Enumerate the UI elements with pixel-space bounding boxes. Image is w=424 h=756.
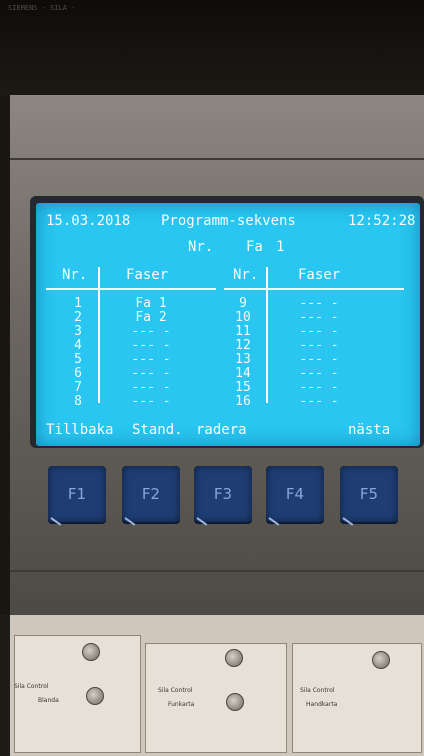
table-cell: --- - xyxy=(131,338,171,353)
f2-button[interactable]: F2 xyxy=(122,466,180,526)
fa-value: 1 xyxy=(276,239,285,255)
column-divider xyxy=(266,267,268,403)
card-slot xyxy=(145,643,287,753)
table-cell: --- - xyxy=(131,366,171,381)
card-label: Blanda xyxy=(38,697,59,704)
left-edge-shadow xyxy=(0,615,10,756)
right-nr-column: 9 10 11 12 13 14 15 16 xyxy=(226,297,260,409)
fa-label: Fa xyxy=(246,239,263,255)
softkey-label-radera: radera xyxy=(196,422,247,438)
table-cell: --- - xyxy=(299,394,339,409)
table-cell: 5 xyxy=(74,352,82,367)
col-header-nr: Nr. xyxy=(62,267,88,283)
table-cell: --- - xyxy=(299,366,339,381)
card-slot xyxy=(292,643,422,753)
table-cell: --- - xyxy=(299,324,339,339)
table-cell: 6 xyxy=(74,366,82,381)
screw-icon xyxy=(226,693,244,711)
date-readout: 15.03.2018 xyxy=(46,213,131,229)
f4-button[interactable]: F4 xyxy=(266,466,324,526)
panel-divider xyxy=(10,158,424,160)
table-cell: 12 xyxy=(235,338,251,353)
card-label: Funkarta xyxy=(168,701,195,708)
f4-label: F4 xyxy=(285,485,305,503)
time-readout: 12:52:28 xyxy=(348,213,416,229)
panel-divider xyxy=(10,570,424,572)
table-cell: 2 xyxy=(74,310,82,325)
table-cell: --- - xyxy=(299,352,339,367)
col-header-nr: Nr. xyxy=(233,267,259,283)
table-cell: 3 xyxy=(74,324,82,339)
f3-label: F3 xyxy=(213,485,233,503)
card-label: Sila Control xyxy=(158,687,193,694)
card-slot xyxy=(14,635,141,753)
f3-button[interactable]: F3 xyxy=(194,466,252,526)
f5-button[interactable]: F5 xyxy=(340,466,398,526)
key-mark-icon xyxy=(124,517,136,526)
screw-icon xyxy=(372,651,390,669)
softkey-label-stand: Stand. xyxy=(132,422,183,438)
card-label: Sila Control xyxy=(300,687,335,694)
table-cell: --- - xyxy=(299,296,339,311)
card-label: Sila Control xyxy=(14,683,49,690)
table-cell: 15 xyxy=(235,380,251,395)
table-cell: --- - xyxy=(131,394,171,409)
key-mark-icon xyxy=(268,517,280,526)
table-cell: --- - xyxy=(131,380,171,395)
sticker-label: SIEMENS · SILA · xyxy=(8,4,76,12)
table-divider xyxy=(46,288,216,290)
key-mark-icon xyxy=(50,517,62,526)
table-cell: 10 xyxy=(235,310,251,325)
f5-label: F5 xyxy=(359,485,379,503)
screw-icon xyxy=(225,649,243,667)
screw-icon xyxy=(82,643,100,661)
table-cell: 14 xyxy=(235,366,251,381)
screw-icon xyxy=(86,687,104,705)
table-cell: 4 xyxy=(74,338,82,353)
nr-label: Nr. xyxy=(188,239,214,255)
table-cell: 11 xyxy=(235,324,251,339)
col-header-faser: Faser xyxy=(126,267,169,283)
left-nr-column: 1 2 3 4 5 6 7 8 xyxy=(66,297,90,409)
table-cell: --- - xyxy=(299,380,339,395)
table-cell: 1 xyxy=(74,296,82,311)
terminal-panel: Sila Control Blanda Sila Control Funkart… xyxy=(10,615,424,756)
function-key-row: F1 F2 F3 F4 F5 xyxy=(30,460,424,530)
table-cell: 8 xyxy=(74,394,82,409)
lcd-display: 15.03.2018 Programm-sekvens 12:52:28 Nr.… xyxy=(36,203,420,446)
table-cell: 9 xyxy=(239,296,247,311)
screen-title: Programm-sekvens xyxy=(161,213,296,229)
left-faser-column: Fa 1 Fa 2 --- - --- - --- - --- - --- - … xyxy=(126,297,176,409)
table-cell: 13 xyxy=(235,352,251,367)
table-cell: --- - xyxy=(131,352,171,367)
table-cell: --- - xyxy=(131,324,171,339)
right-faser-column: --- - --- - --- - --- - --- - --- - --- … xyxy=(294,297,344,409)
table-cell: Fa 2 xyxy=(135,310,167,325)
card-label: Handkarta xyxy=(306,701,338,708)
key-mark-icon xyxy=(196,517,208,526)
column-divider xyxy=(98,267,100,403)
f2-label: F2 xyxy=(141,485,161,503)
table-divider xyxy=(224,288,404,290)
table-cell: --- - xyxy=(299,310,339,325)
softkey-label-nasta: nästa xyxy=(348,422,391,438)
table-cell: 16 xyxy=(235,394,251,409)
table-cell: 7 xyxy=(74,380,82,395)
table-cell: --- - xyxy=(299,338,339,353)
f1-label: F1 xyxy=(67,485,87,503)
col-header-faser: Faser xyxy=(298,267,341,283)
softkey-label-tillbaka: Tillbaka xyxy=(46,422,114,438)
table-cell: Fa 1 xyxy=(135,296,167,311)
f1-button[interactable]: F1 xyxy=(48,466,106,526)
key-mark-icon xyxy=(342,517,354,526)
